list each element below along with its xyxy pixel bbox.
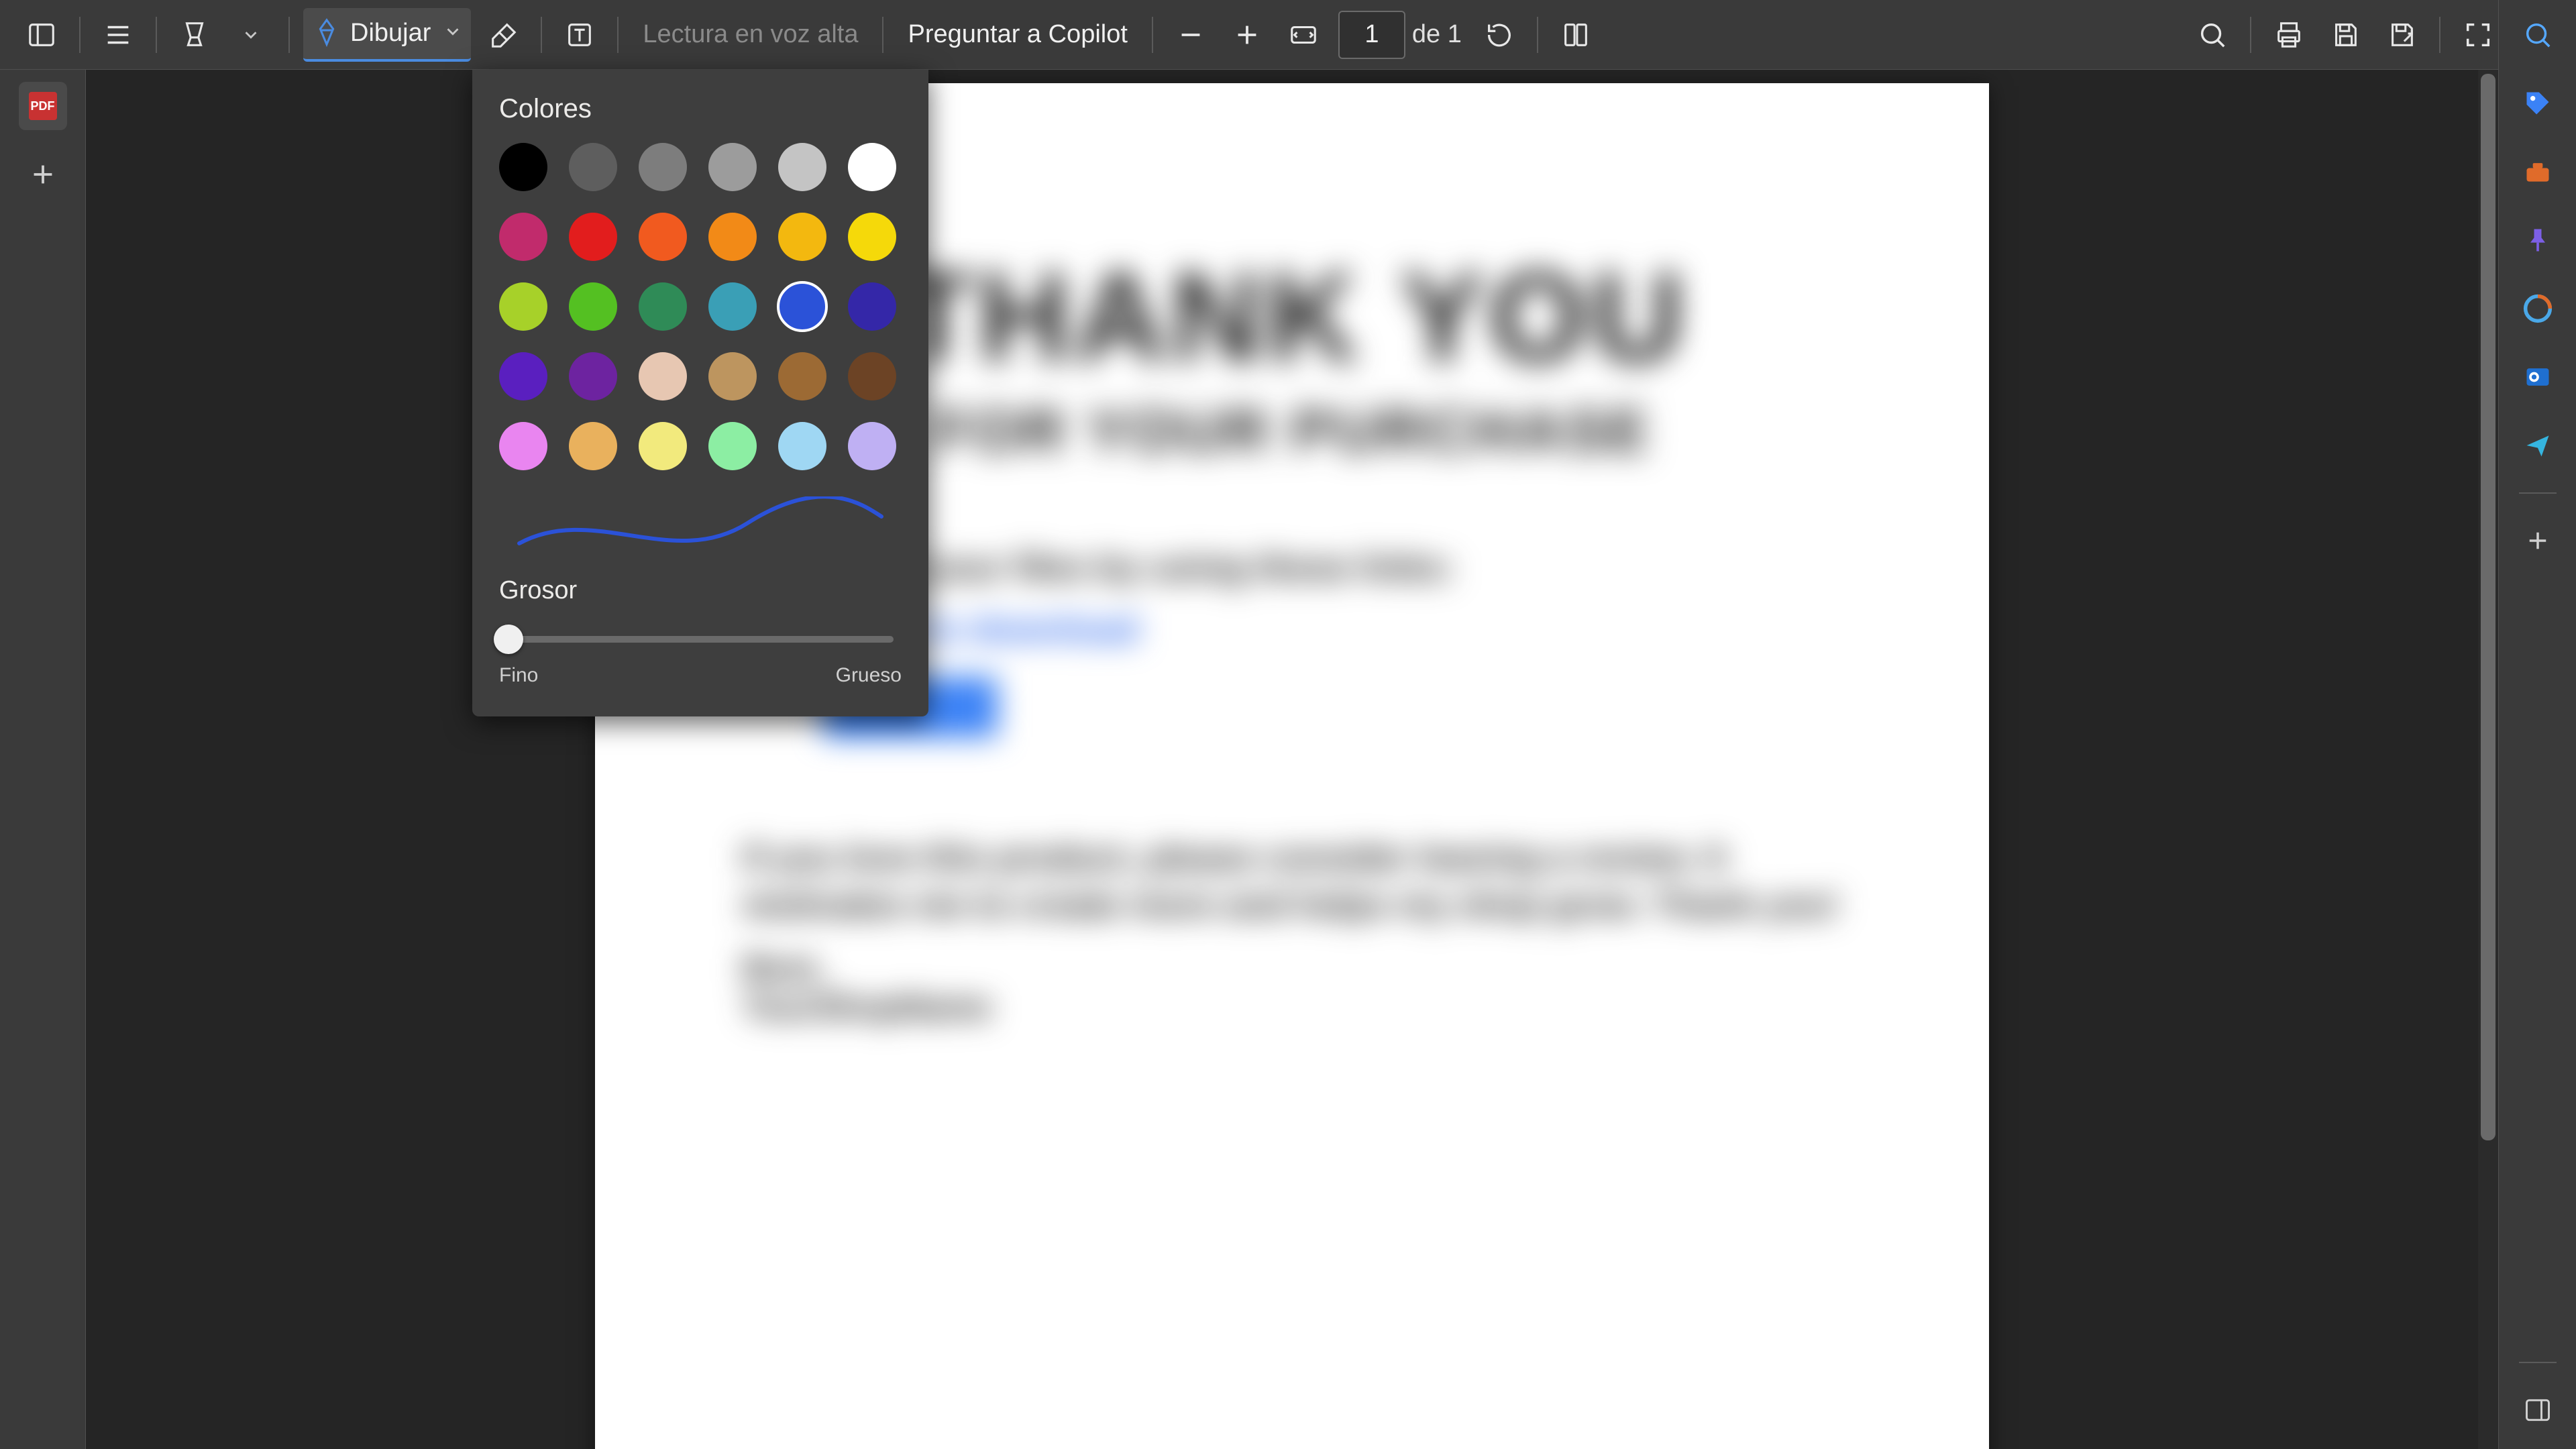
color-swatch[interactable] (708, 352, 757, 400)
color-swatch[interactable] (569, 213, 617, 261)
outlook-icon[interactable] (2516, 356, 2559, 398)
stroke-preview (499, 493, 902, 560)
doc-signoff-shop: YourShopName (743, 987, 1841, 1026)
draw-options-popover: Colores Grosor Fino Grueso (472, 70, 928, 716)
slider-thin-label: Fino (499, 664, 538, 687)
pdf-thumbnail[interactable]: PDF (19, 82, 67, 130)
tag-icon[interactable] (2516, 82, 2559, 125)
color-swatch[interactable] (778, 143, 826, 191)
color-swatch[interactable] (708, 213, 757, 261)
color-swatch[interactable] (569, 143, 617, 191)
color-swatch[interactable] (499, 352, 547, 400)
page-total-label: de 1 (1412, 20, 1462, 49)
table-of-contents-button[interactable] (94, 11, 142, 59)
right-rail (2498, 0, 2576, 1449)
toolbar-divider (541, 17, 542, 53)
color-swatch[interactable] (499, 213, 547, 261)
toolbar-divider (1152, 17, 1153, 53)
zoom-out-button[interactable] (1167, 11, 1215, 59)
draw-tool-button[interactable]: Dibujar (303, 8, 471, 62)
save-button[interactable] (2321, 11, 2369, 59)
color-swatch[interactable] (708, 282, 757, 331)
add-panel-button[interactable] (2516, 519, 2559, 562)
toolbar-divider (156, 17, 157, 53)
color-swatch[interactable] (639, 213, 687, 261)
send-icon[interactable] (2516, 424, 2559, 467)
color-swatch[interactable] (778, 422, 826, 470)
color-swatch[interactable] (848, 352, 896, 400)
color-swatch[interactable] (848, 282, 896, 331)
doc-paragraph-2: If you love this product, please conside… (743, 835, 1841, 928)
toolbar-divider (1537, 17, 1538, 53)
left-rail: PDF (0, 70, 86, 1449)
document-viewport[interactable]: THANK YOU FOR YOUR PURCHASE Download you… (86, 70, 2498, 1449)
color-swatch[interactable] (639, 352, 687, 400)
toolbox-icon[interactable] (2516, 150, 2559, 193)
search-sidebar-icon[interactable] (2516, 13, 2559, 56)
scrollbar-thumb[interactable] (2481, 74, 2496, 1140)
toolbar-divider (882, 17, 883, 53)
office-icon[interactable] (2516, 287, 2559, 330)
add-text-button[interactable] (555, 11, 604, 59)
color-swatch-grid (499, 143, 902, 470)
color-swatch[interactable] (569, 352, 617, 400)
erase-button[interactable] (479, 11, 527, 59)
color-swatch[interactable] (499, 422, 547, 470)
read-aloud-button[interactable]: Lectura en voz alta (628, 11, 873, 59)
page-number-input[interactable] (1338, 11, 1405, 59)
fullscreen-button[interactable] (2454, 11, 2502, 59)
draw-dropdown-icon[interactable] (443, 21, 463, 45)
doc-signoff-name: Best, (743, 949, 1841, 987)
color-swatch[interactable] (569, 422, 617, 470)
right-rail-divider (2519, 1362, 2557, 1363)
color-swatch[interactable] (708, 422, 757, 470)
rotate-button[interactable] (1475, 11, 1523, 59)
color-swatch[interactable] (848, 143, 896, 191)
top-toolbar: Dibujar Lectura en voz alta Preguntar a … (0, 0, 2576, 70)
highlight-dropdown-button[interactable] (227, 11, 275, 59)
highlight-button[interactable] (170, 11, 219, 59)
color-swatch[interactable] (778, 282, 826, 331)
toolbar-divider (2250, 17, 2251, 53)
print-button[interactable] (2265, 11, 2313, 59)
thickness-slider[interactable] (499, 620, 902, 659)
slider-track (507, 636, 894, 643)
fit-page-button[interactable] (1279, 11, 1328, 59)
pin-icon[interactable] (2516, 219, 2559, 262)
add-tab-button[interactable] (19, 150, 67, 199)
thickness-heading: Grosor (499, 576, 902, 605)
color-swatch[interactable] (499, 282, 547, 331)
page-view-button[interactable] (1552, 11, 1600, 59)
color-swatch[interactable] (639, 422, 687, 470)
toolbar-divider (2439, 17, 2440, 53)
color-swatch[interactable] (778, 213, 826, 261)
color-swatch[interactable] (708, 143, 757, 191)
vertical-scrollbar[interactable] (2478, 70, 2498, 1449)
color-swatch[interactable] (499, 143, 547, 191)
pdf-badge-label: PDF (29, 92, 57, 120)
ask-copilot-button[interactable]: Preguntar a Copilot (893, 11, 1142, 59)
color-swatch[interactable] (569, 282, 617, 331)
color-swatch[interactable] (639, 282, 687, 331)
find-button[interactable] (2188, 11, 2237, 59)
right-rail-divider (2519, 492, 2557, 494)
colors-heading: Colores (499, 94, 902, 124)
slider-thumb[interactable] (494, 625, 523, 654)
panel-toggle-icon[interactable] (2516, 1389, 2559, 1432)
color-swatch[interactable] (778, 352, 826, 400)
toolbar-divider (288, 17, 290, 53)
color-swatch[interactable] (639, 143, 687, 191)
draw-label: Dibujar (350, 19, 431, 48)
zoom-in-button[interactable] (1223, 11, 1271, 59)
save-as-button[interactable] (2377, 11, 2426, 59)
toolbar-divider (617, 17, 619, 53)
color-swatch[interactable] (848, 213, 896, 261)
slider-thick-label: Grueso (836, 664, 902, 687)
pen-icon (311, 16, 342, 50)
color-swatch[interactable] (848, 422, 896, 470)
toolbar-divider (79, 17, 80, 53)
sidebar-toggle-button[interactable] (17, 11, 66, 59)
